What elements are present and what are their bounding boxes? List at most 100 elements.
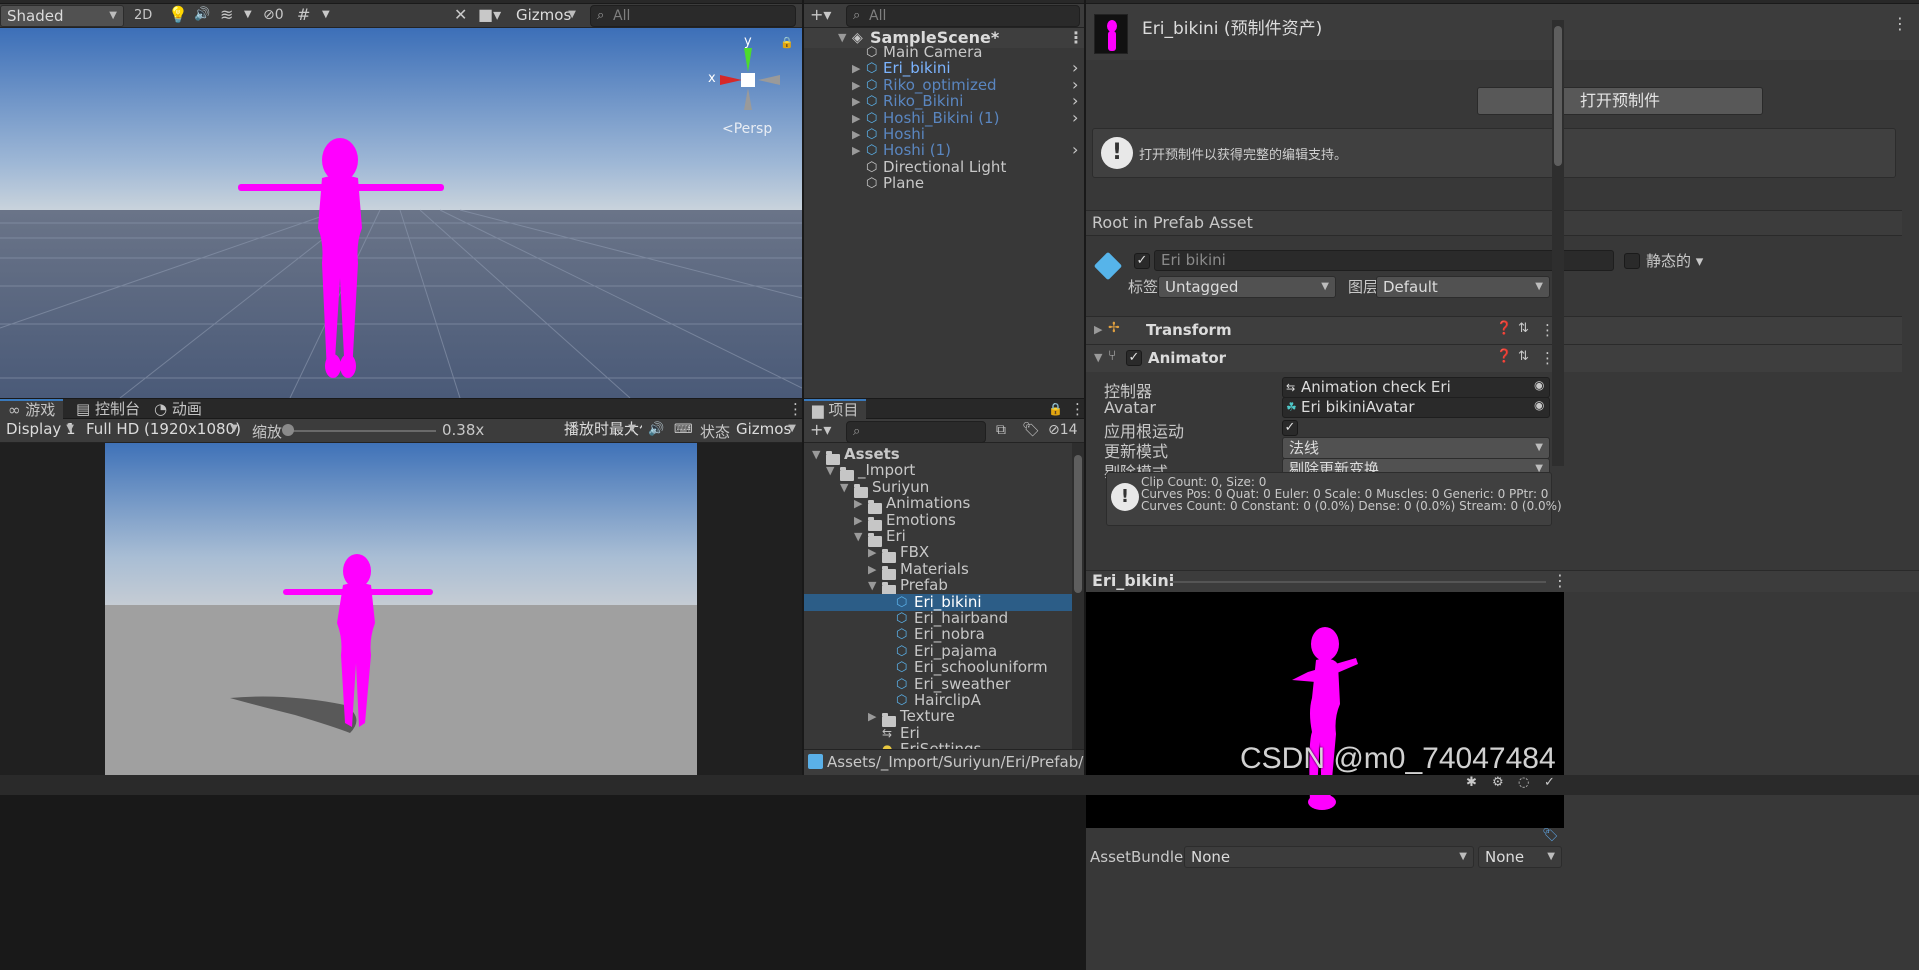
expand-arrow-icon[interactable]: ▶ (868, 544, 876, 561)
root-motion-checkbox[interactable]: ✓ (1282, 420, 1298, 436)
lighting-icon[interactable]: 💡 (168, 3, 188, 27)
toggle-2d-button[interactable]: 2D (134, 4, 152, 28)
grid-icon[interactable]: # (297, 3, 310, 27)
presets-icon[interactable]: ⇅ (1518, 321, 1529, 336)
tab-animation[interactable]: ◔ 动画 (146, 399, 210, 419)
camera-icon[interactable]: ■▾ (478, 3, 501, 27)
expand-arrow-icon[interactable]: ▶ (868, 708, 876, 725)
display-dropdown[interactable]: Display 1 (0, 419, 80, 441)
hierarchy-item[interactable]: ▶ ⬡ Eri_bikini › (804, 59, 1084, 77)
hierarchy-item[interactable]: ⬡ Directional Light (804, 158, 1084, 176)
transform-component-header[interactable]: ▶ ✢ Transform ❓ ⇅ ⋮ (1086, 316, 1902, 344)
expand-arrow-icon[interactable]: ▶ (852, 60, 860, 77)
update-mode-dropdown[interactable]: 法线 (1282, 437, 1550, 459)
project-menu-icon[interactable]: ⋮ (1062, 399, 1084, 419)
search-by-type-icon[interactable]: ⧉ (996, 418, 1006, 442)
grid-dropdown-icon[interactable]: ▼ (322, 3, 330, 27)
static-checkbox[interactable] (1624, 253, 1640, 269)
expand-arrow-icon[interactable]: ▼ (840, 479, 848, 496)
assetbundle-dropdown[interactable]: None (1184, 846, 1474, 868)
layer-dropdown[interactable]: Default (1376, 276, 1550, 298)
tab-console[interactable]: ▤ 控制台 (68, 399, 148, 419)
hierarchy-item[interactable]: ▶ ⬡ Riko_Bikini › (804, 92, 1084, 110)
object-picker-icon[interactable]: ◉ (1534, 378, 1544, 392)
project-item[interactable]: ▼ Eri (804, 528, 1072, 547)
presets-icon[interactable]: ⇅ (1518, 349, 1529, 364)
tab-project[interactable]: ▆ 项目 (804, 399, 867, 419)
expand-arrow-icon[interactable]: ▶ (852, 142, 860, 159)
effects-icon[interactable]: ≋ (220, 3, 233, 27)
avatar-field[interactable]: ☘ Eri bikiniAvatar (1282, 397, 1550, 418)
search-by-label-icon[interactable]: 🏷 (1022, 418, 1040, 442)
inspector-scrollbar[interactable] (1552, 20, 1564, 466)
game-viewport[interactable] (105, 443, 697, 775)
expand-arrow-icon[interactable]: ▶ (852, 93, 860, 110)
static-dropdown[interactable]: 静态的 ▾ (1646, 250, 1703, 271)
project-add-button[interactable]: +▾ (810, 418, 831, 442)
project-item[interactable]: ▶ Texture (804, 708, 1072, 728)
project-item[interactable]: ▶ Emotions (804, 511, 1072, 531)
active-checkbox[interactable]: ✓ (1134, 253, 1150, 269)
expand-arrow-icon[interactable]: ▼ (868, 577, 876, 594)
project-scrollbar-thumb[interactable] (1074, 455, 1082, 593)
preview-drag-handle[interactable] (1170, 581, 1546, 583)
project-scrollbar[interactable] (1072, 443, 1084, 749)
open-prefab-arrow-icon[interactable]: › (1072, 141, 1078, 158)
expand-arrow-icon[interactable]: ▼ (854, 528, 862, 545)
animator-enabled-checkbox[interactable]: ✓ (1126, 350, 1142, 366)
hierarchy-item[interactable]: ⬡ Plane (804, 175, 1084, 192)
keyboard-icon[interactable]: ⌨ (674, 418, 693, 442)
open-prefab-button[interactable]: 打开预制件 (1477, 87, 1763, 115)
stats-toggle[interactable]: 状态 (700, 421, 730, 442)
hierarchy-add-button[interactable]: +▾ (810, 3, 831, 27)
assetbundle-variant-dropdown[interactable]: None (1478, 846, 1562, 868)
preview-menu-icon[interactable]: ⋮ (1552, 571, 1568, 590)
object-name-field[interactable]: Eri bikini (1154, 250, 1614, 271)
resolution-dropdown[interactable]: Full HD (1920x1080) (80, 419, 244, 441)
collapse-arrow-icon[interactable]: ▶ (1094, 323, 1102, 336)
scale-slider[interactable] (288, 430, 436, 432)
debug-icon[interactable]: ⚙ (1492, 775, 1504, 790)
persp-label[interactable]: <Persp (722, 121, 772, 137)
hierarchy-item[interactable]: ▶ ⬡ Hoshi_Bikini (1) › (804, 109, 1084, 127)
tools-icon[interactable]: ✕ (454, 3, 467, 27)
animator-component-header[interactable]: ▼ ⑂ ✓ Animator ❓ ⇅ ⋮ (1086, 344, 1902, 372)
expand-arrow-icon[interactable]: ▶ (868, 561, 876, 578)
expand-arrow-icon[interactable]: ▶ (854, 495, 862, 512)
mute-audio-icon[interactable]: 🔊 (648, 418, 664, 442)
asset-label-icon[interactable]: 🏷 (1542, 828, 1559, 843)
game-menu-icon[interactable]: ⋮ (780, 399, 802, 419)
object-picker-icon[interactable]: ◉ (1534, 398, 1544, 412)
audio-icon[interactable]: 🔊 (194, 3, 210, 27)
scene-viewport[interactable]: y x <Persp 🔒 (0, 28, 802, 398)
maximize-on-play-toggle[interactable]: 播放时最大化 (558, 419, 642, 441)
lock-icon[interactable]: 🔒 (780, 36, 794, 49)
refresh-icon[interactable]: ◌ (1518, 775, 1529, 790)
open-prefab-arrow-icon[interactable]: › (1072, 109, 1078, 126)
controller-field[interactable]: ⇆ Animation check Eri (1282, 377, 1550, 398)
expand-arrow-icon[interactable]: ▶ (852, 110, 860, 127)
project-item[interactable]: ⬡ Eri_schooluniform (804, 659, 1072, 676)
game-gizmos-dropdown[interactable]: Gizmos (730, 419, 802, 441)
help-icon[interactable]: ❓ (1496, 321, 1512, 336)
open-prefab-arrow-icon[interactable]: › (1072, 59, 1078, 76)
tag-dropdown[interactable]: Untagged (1158, 276, 1336, 298)
inspector-menu-icon[interactable]: ⋮ (1892, 14, 1908, 33)
expand-arrow-icon[interactable]: ▶ (854, 512, 862, 529)
help-icon[interactable]: ❓ (1496, 349, 1512, 364)
gameobject-cube-icon[interactable] (1093, 251, 1123, 281)
scale-slider-handle[interactable] (282, 424, 294, 436)
gizmos-dropdown[interactable]: Gizmos (510, 5, 582, 27)
project-item[interactable]: ▶ FBX (804, 544, 1072, 564)
tab-game[interactable]: ∞ 游戏 (0, 399, 64, 419)
hierarchy-search-input[interactable]: ⌕ All (846, 5, 1080, 27)
hierarchy-item[interactable]: ▶ ⬡ Hoshi (1) › (804, 141, 1084, 159)
project-item[interactable]: ▼ Prefab (804, 577, 1072, 597)
project-item[interactable]: ▼ _Import (804, 462, 1072, 482)
project-search-input[interactable]: ⌕ (846, 421, 986, 443)
shading-mode-dropdown[interactable]: Shaded (0, 5, 124, 27)
bug-icon[interactable]: ✱ (1466, 775, 1477, 790)
project-item[interactable]: ▶ Animations (804, 495, 1072, 515)
hidden-packages-icon[interactable]: ⊘14 (1048, 418, 1078, 442)
expand-arrow-icon[interactable]: ▼ (826, 462, 834, 479)
